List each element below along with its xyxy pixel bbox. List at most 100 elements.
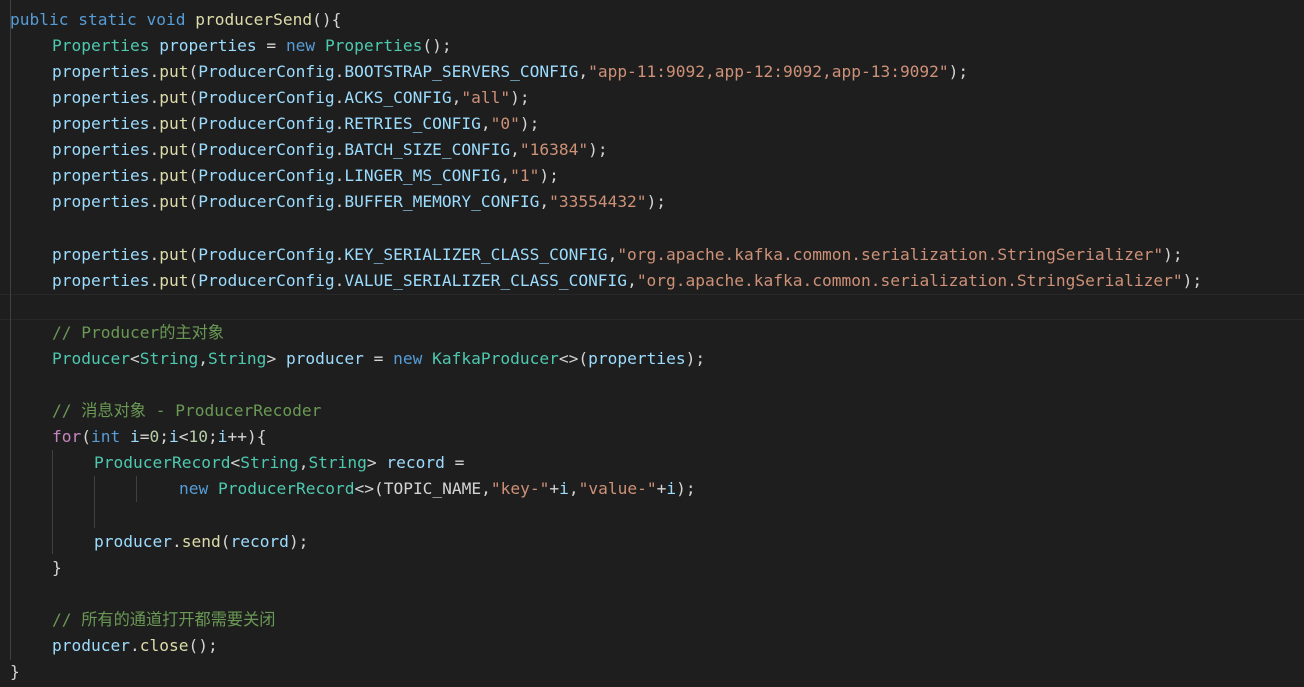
punctuation: ){	[247, 427, 267, 446]
punctuation: (	[188, 271, 199, 290]
keyword: new	[393, 349, 423, 368]
code-line-4: properties.put(ProducerConfig.ACKS_CONFI…	[52, 85, 530, 111]
punctuation: .	[149, 271, 160, 290]
punctuation: );	[510, 88, 530, 107]
punctuation: .	[149, 114, 160, 133]
punctuation: (	[188, 166, 199, 185]
keyword: void	[146, 10, 186, 29]
method: put	[159, 271, 189, 290]
punctuation: <>(	[354, 479, 384, 498]
punctuation: <>(	[558, 349, 589, 368]
punctuation: ,	[480, 114, 491, 133]
punctuation: );	[539, 166, 559, 185]
punctuation: );	[676, 479, 696, 498]
code-editor[interactable]: public static void producerSend(){ Prope…	[0, 0, 1304, 687]
punctuation: ,	[500, 166, 511, 185]
code-line-3: properties.put(ProducerConfig.BOOTSTRAP_…	[52, 59, 968, 85]
keyword: new	[179, 479, 209, 498]
string: "33554432"	[549, 192, 647, 211]
punctuation: (	[188, 88, 199, 107]
indent-guide-level4	[136, 476, 137, 502]
punctuation: .	[334, 166, 345, 185]
variable: record	[230, 532, 289, 551]
constant: KEY_SERIALIZER_CLASS_CONFIG	[344, 245, 608, 264]
variable: properties	[52, 192, 150, 211]
punctuation: ,	[539, 192, 550, 211]
variable: properties	[588, 349, 686, 368]
punctuation: );	[288, 532, 309, 551]
method: send	[181, 532, 221, 551]
number: 10	[188, 427, 209, 446]
variable: producer	[285, 349, 364, 368]
constant: BATCH_SIZE_CONFIG	[344, 140, 511, 159]
code-line-7: properties.put(ProducerConfig.LINGER_MS_…	[52, 163, 559, 189]
constant: BOOTSTRAP_SERVERS_CONFIG	[344, 62, 579, 81]
keyword: for	[52, 427, 82, 446]
operator: =	[363, 349, 394, 368]
punctuation: .	[149, 140, 160, 159]
class-ref: ProducerConfig	[198, 88, 335, 107]
current-line-highlight	[0, 294, 1304, 320]
indent-guide-level3	[94, 476, 95, 528]
punctuation: (	[81, 427, 91, 446]
variable: i	[130, 427, 140, 446]
punctuation: ;	[208, 427, 218, 446]
punctuation: .	[171, 532, 182, 551]
punctuation: }	[10, 662, 20, 681]
variable: properties	[52, 114, 150, 133]
code-line-17: for(int i=0;i<10;i++){	[52, 424, 267, 450]
punctuation: (	[188, 62, 199, 81]
punctuation: ,	[607, 245, 618, 264]
method: put	[159, 88, 189, 107]
operator: ++	[227, 427, 248, 446]
method: put	[159, 114, 189, 133]
code-line-8: properties.put(ProducerConfig.BUFFER_MEM…	[52, 189, 666, 215]
code-line-22: }	[52, 555, 62, 581]
variable: properties	[52, 271, 150, 290]
constant: VALUE_SERIALIZER_CLASS_CONFIG	[344, 271, 628, 290]
punctuation: .	[149, 62, 160, 81]
class-ref: ProducerConfig	[198, 166, 335, 185]
type: String	[139, 349, 199, 368]
operator: +	[549, 479, 560, 498]
number: 0	[149, 427, 160, 446]
variable: i	[169, 427, 179, 446]
class-ref: ProducerConfig	[198, 140, 335, 159]
punctuation: );	[948, 62, 969, 81]
string: "all"	[461, 88, 511, 107]
punctuation: }	[52, 558, 62, 577]
punctuation: .	[149, 88, 160, 107]
method: put	[159, 192, 189, 211]
code-line-6: properties.put(ProducerConfig.BATCH_SIZE…	[52, 137, 608, 163]
punctuation: <	[230, 453, 241, 472]
punctuation: .	[334, 245, 345, 264]
punctuation: ,	[451, 88, 462, 107]
class-ref: ProducerConfig	[198, 245, 335, 264]
class-ref: ProducerConfig	[198, 271, 335, 290]
keyword: public	[10, 10, 69, 29]
indent-guide-level2	[52, 450, 53, 554]
string: "1"	[510, 166, 540, 185]
code-line-26: }	[10, 659, 20, 685]
class-ref: ProducerConfig	[198, 114, 335, 133]
variable: properties	[52, 166, 150, 185]
punctuation: .	[129, 636, 140, 655]
code-line-11: properties.put(ProducerConfig.VALUE_SERI…	[52, 268, 1202, 294]
code-line-14: Producer<String,String> producer = new K…	[52, 346, 705, 372]
keyword: static	[78, 10, 137, 29]
code-line-1: public static void producerSend(){	[10, 7, 341, 33]
constant: TOPIC_NAME	[383, 479, 482, 498]
punctuation: .	[149, 166, 160, 185]
punctuation: .	[149, 245, 160, 264]
string: "value-"	[578, 479, 657, 498]
punctuation: .	[334, 140, 345, 159]
type: ProducerRecord	[94, 453, 231, 472]
code-line-13: // Producer的主对象	[52, 320, 224, 346]
punctuation: );	[519, 114, 540, 133]
punctuation: (	[188, 245, 199, 264]
string: "16384"	[519, 140, 589, 159]
constant: BUFFER_MEMORY_CONFIG	[344, 192, 540, 211]
